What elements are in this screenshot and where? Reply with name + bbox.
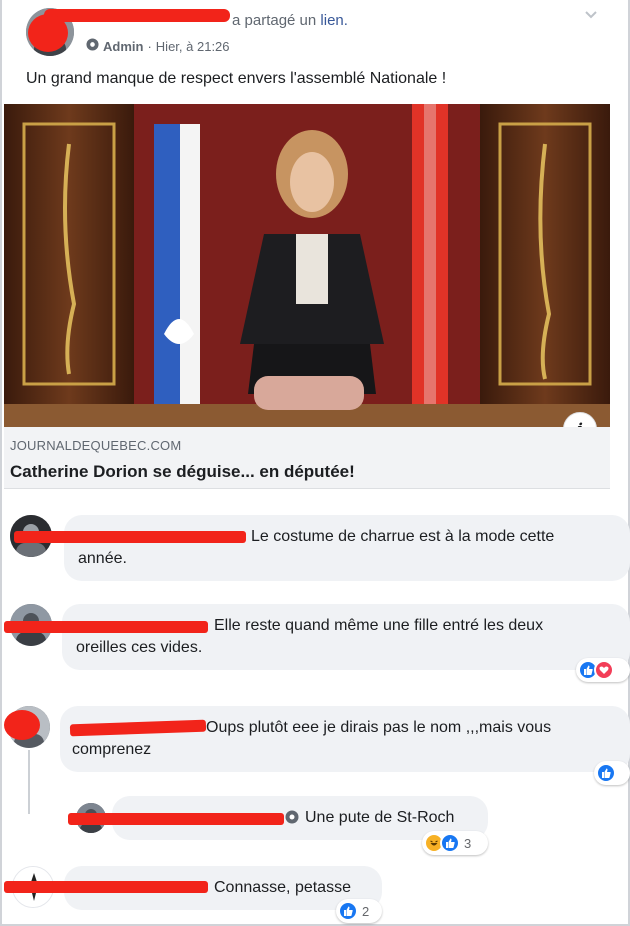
like-icon [596, 763, 616, 783]
redacted-commenter-name [4, 621, 208, 633]
reply-text: Une pute de St-Roch [305, 809, 455, 826]
shield-icon [285, 810, 299, 829]
role-badge: Admin [103, 38, 144, 54]
redacted-commenter-name [4, 881, 208, 893]
post-meta: Admin · Hier, à 21:26 [86, 38, 230, 54]
share-line: a partagé un lien. [86, 12, 348, 29]
shared-link[interactable]: lien. [320, 12, 348, 29]
shield-icon [86, 38, 99, 54]
meta-dot: · [147, 38, 152, 54]
comment-bubble [64, 515, 630, 581]
reaction-count: 2 [362, 903, 370, 919]
post-text: Un grand manque de respect envers l'asse… [26, 70, 447, 87]
reactions-summary[interactable]: 3 [422, 831, 488, 855]
comment-text-wrap: oreilles ces vides. [76, 639, 203, 656]
link-title[interactable]: Catherine Dorion se déguise... en député… [10, 462, 355, 482]
post-time[interactable]: Hier, à 21:26 [156, 39, 230, 54]
shared-photo[interactable] [4, 104, 610, 427]
comment-text: Oups plutôt eee je dirais pas le nom ,,,… [206, 719, 552, 736]
reactions-summary[interactable] [594, 761, 630, 785]
link-preview[interactable]: JOURNALDEQUEBEC.COM Catherine Dorion se … [4, 427, 610, 489]
reaction-count: 3 [464, 835, 472, 851]
like-icon [440, 833, 460, 853]
like-icon [338, 901, 358, 921]
comment-text-wrap: comprenez [72, 741, 152, 758]
chevron-down-icon[interactable] [584, 8, 598, 22]
comment-text: Le costume de charrue est à la mode cett… [251, 528, 555, 545]
thread-line [28, 750, 30, 814]
reactions-summary[interactable]: 2 [336, 899, 382, 923]
reactions-summary[interactable] [576, 658, 630, 682]
link-domain: JOURNALDEQUEBEC.COM [10, 438, 182, 453]
comment-text: Elle reste quand même une fille entré le… [214, 617, 544, 634]
comment-text: Connasse, petasse [214, 879, 351, 896]
share-verb: a partagé un [232, 12, 317, 29]
redacted-author-avatar [28, 14, 68, 52]
love-icon [594, 660, 614, 680]
redacted-reply-name [68, 813, 284, 825]
redacted-commenter-avatar [4, 710, 40, 740]
redacted-commenter-name [14, 531, 246, 543]
comment-text-wrap: année. [78, 550, 127, 567]
